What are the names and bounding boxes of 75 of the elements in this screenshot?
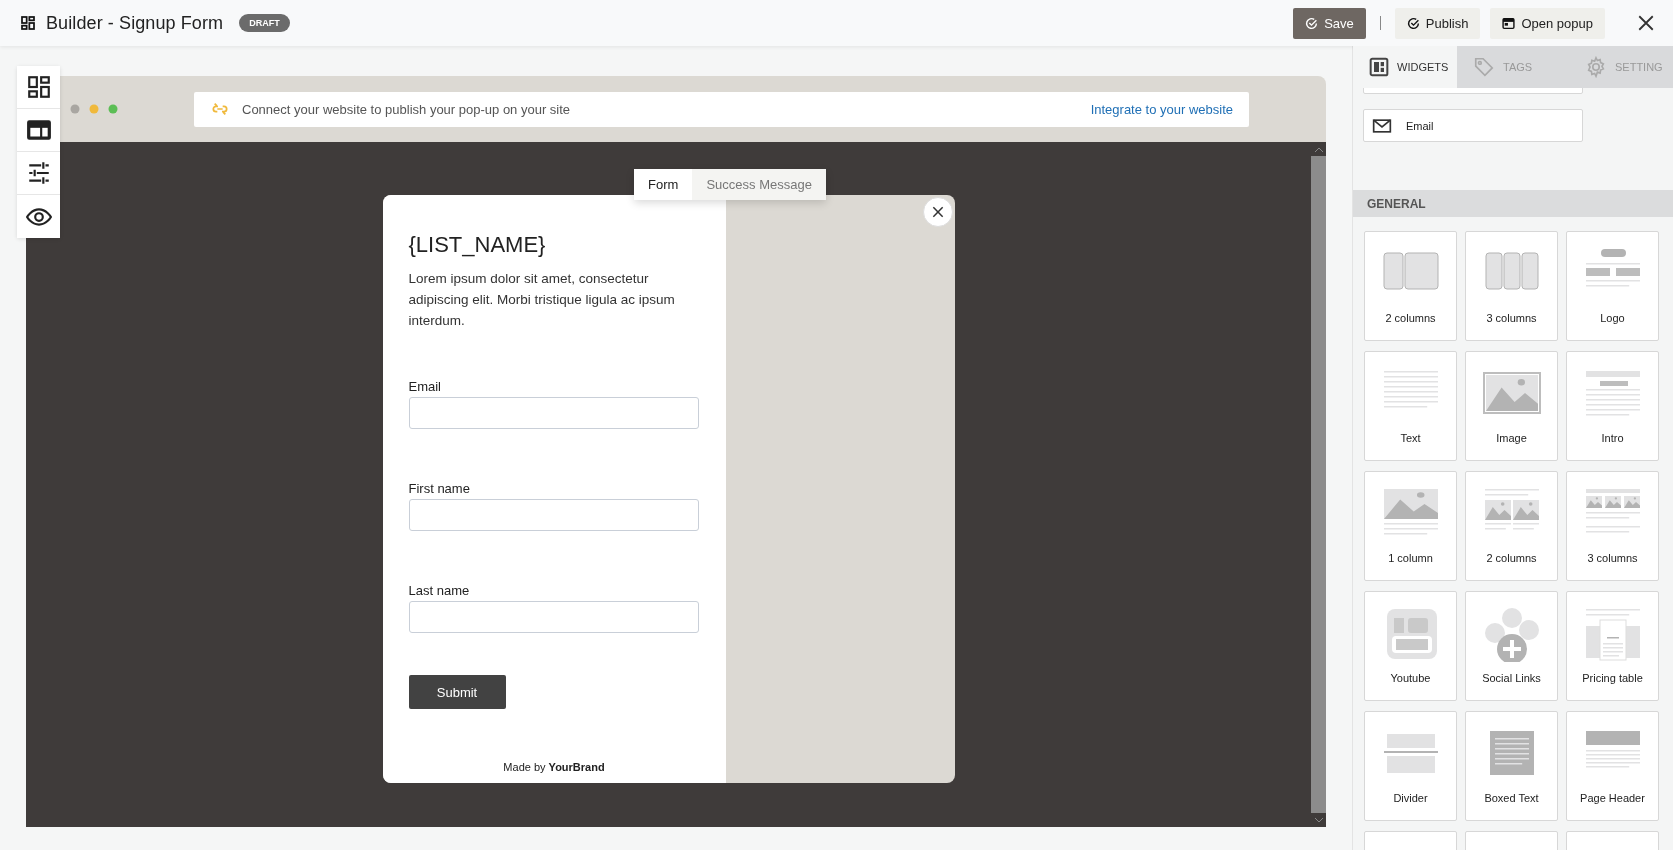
dashboard-icon (25, 74, 52, 100)
input-field[interactable] (408, 499, 699, 531)
widget-label: Text (1400, 432, 1421, 444)
check-circle-icon (1406, 16, 1420, 30)
widget-card[interactable]: Youtube (1364, 591, 1457, 701)
section-header: GENERAL (1353, 190, 1673, 217)
settings-icon (1585, 56, 1607, 78)
widget-card[interactable]: Logo (1566, 231, 1659, 341)
widget-label: Page Header (1580, 792, 1645, 804)
widget-label: Divider (1393, 792, 1428, 804)
close-icon (930, 205, 945, 219)
broken-link-icon (212, 102, 228, 116)
widget-card[interactable]: 2 columns (1364, 231, 1457, 341)
field-label: Last name (408, 583, 471, 598)
dashboard-icon (20, 15, 36, 31)
widget-label: 2 columns (1385, 312, 1436, 324)
scroll-down-icon (1314, 817, 1323, 823)
close-icon (1637, 14, 1655, 32)
widget-label: Pricing table (1582, 672, 1643, 684)
popup-description: Lorem ipsum dolor sit amet, consectetur adipiscing elit. Morbi tristique ligula ac ipsum interdum. (408, 270, 676, 330)
widget-card[interactable]: Divider (1364, 711, 1457, 821)
widget-card[interactable]: Image (1465, 351, 1558, 461)
popup-tab[interactable]: Success Message (692, 169, 826, 200)
widget-label: Social Links (1482, 672, 1541, 684)
widget-label: Logo (1600, 312, 1625, 324)
layout-icon (25, 117, 52, 143)
scrollbar[interactable] (1311, 142, 1326, 827)
widget-label: Intro (1601, 432, 1624, 444)
submit-button[interactable]: Submit (408, 675, 506, 709)
widget-card[interactable]: Text (1364, 351, 1457, 461)
page-title: Builder - Signup Form (46, 12, 224, 34)
widget-card[interactable]: 3 columns (1465, 231, 1558, 341)
branding-text: Made by YourBrand (502, 761, 606, 775)
widget-label: 3 columns (1486, 312, 1537, 324)
widget-card[interactable]: Intro (1566, 351, 1659, 461)
widget-card[interactable]: Boxed Text (1465, 711, 1558, 821)
toolbar-button[interactable] (17, 109, 60, 152)
window-icon (1502, 16, 1516, 30)
widget-label: Youtube (1390, 672, 1431, 684)
widget-label: 2 columns (1486, 552, 1537, 564)
field-label: First name (408, 481, 471, 496)
close-button[interactable] (1637, 14, 1655, 32)
window-controls-icon (70, 104, 118, 114)
check-circle-icon (1305, 16, 1319, 30)
mail-icon (1372, 117, 1392, 134)
field-widget-label: Email (1406, 119, 1434, 132)
widget-card[interactable]: 2 columns (1465, 471, 1558, 581)
input-field[interactable] (408, 397, 699, 429)
field-widget[interactable]: Email (1363, 109, 1583, 142)
field-label: Email (408, 379, 442, 394)
save-button[interactable]: Save (1293, 7, 1366, 39)
widget-card[interactable]: Social Links (1465, 591, 1558, 701)
widget-card[interactable]: 1 column (1364, 471, 1457, 581)
widget-card[interactable]: Pricing table (1566, 591, 1659, 701)
tag-icon (1473, 56, 1495, 78)
widgets-icon (1369, 57, 1389, 77)
scroll-up-icon (1314, 146, 1323, 152)
publish-button[interactable]: Publish (1394, 7, 1481, 39)
widget-label: 1 column (1388, 552, 1433, 564)
toolbar-button[interactable] (17, 195, 60, 238)
integrate-link[interactable]: Integrate to your website (1090, 101, 1233, 117)
widget-label: 3 columns (1587, 552, 1638, 564)
widget-label: Image (1496, 432, 1527, 444)
status-badge: DRAFT (239, 14, 290, 32)
widget-card[interactable]: Page Header (1566, 711, 1659, 821)
input-field[interactable] (408, 601, 699, 633)
notice-text: Connect your website to publish your pop-up on your site (242, 101, 572, 117)
toolbar-button[interactable] (17, 66, 60, 109)
popup-tab[interactable]: Form (634, 169, 693, 200)
widget-label: Boxed Text (1484, 792, 1539, 804)
open-popup-button[interactable]: Open popup (1490, 7, 1605, 39)
toolbar-button[interactable] (17, 152, 60, 195)
widget-card[interactable]: 3 columns (1566, 471, 1659, 581)
panel-tab[interactable]: WIDGETS (1353, 46, 1457, 88)
popup-title: {LIST_NAME} (408, 232, 547, 258)
